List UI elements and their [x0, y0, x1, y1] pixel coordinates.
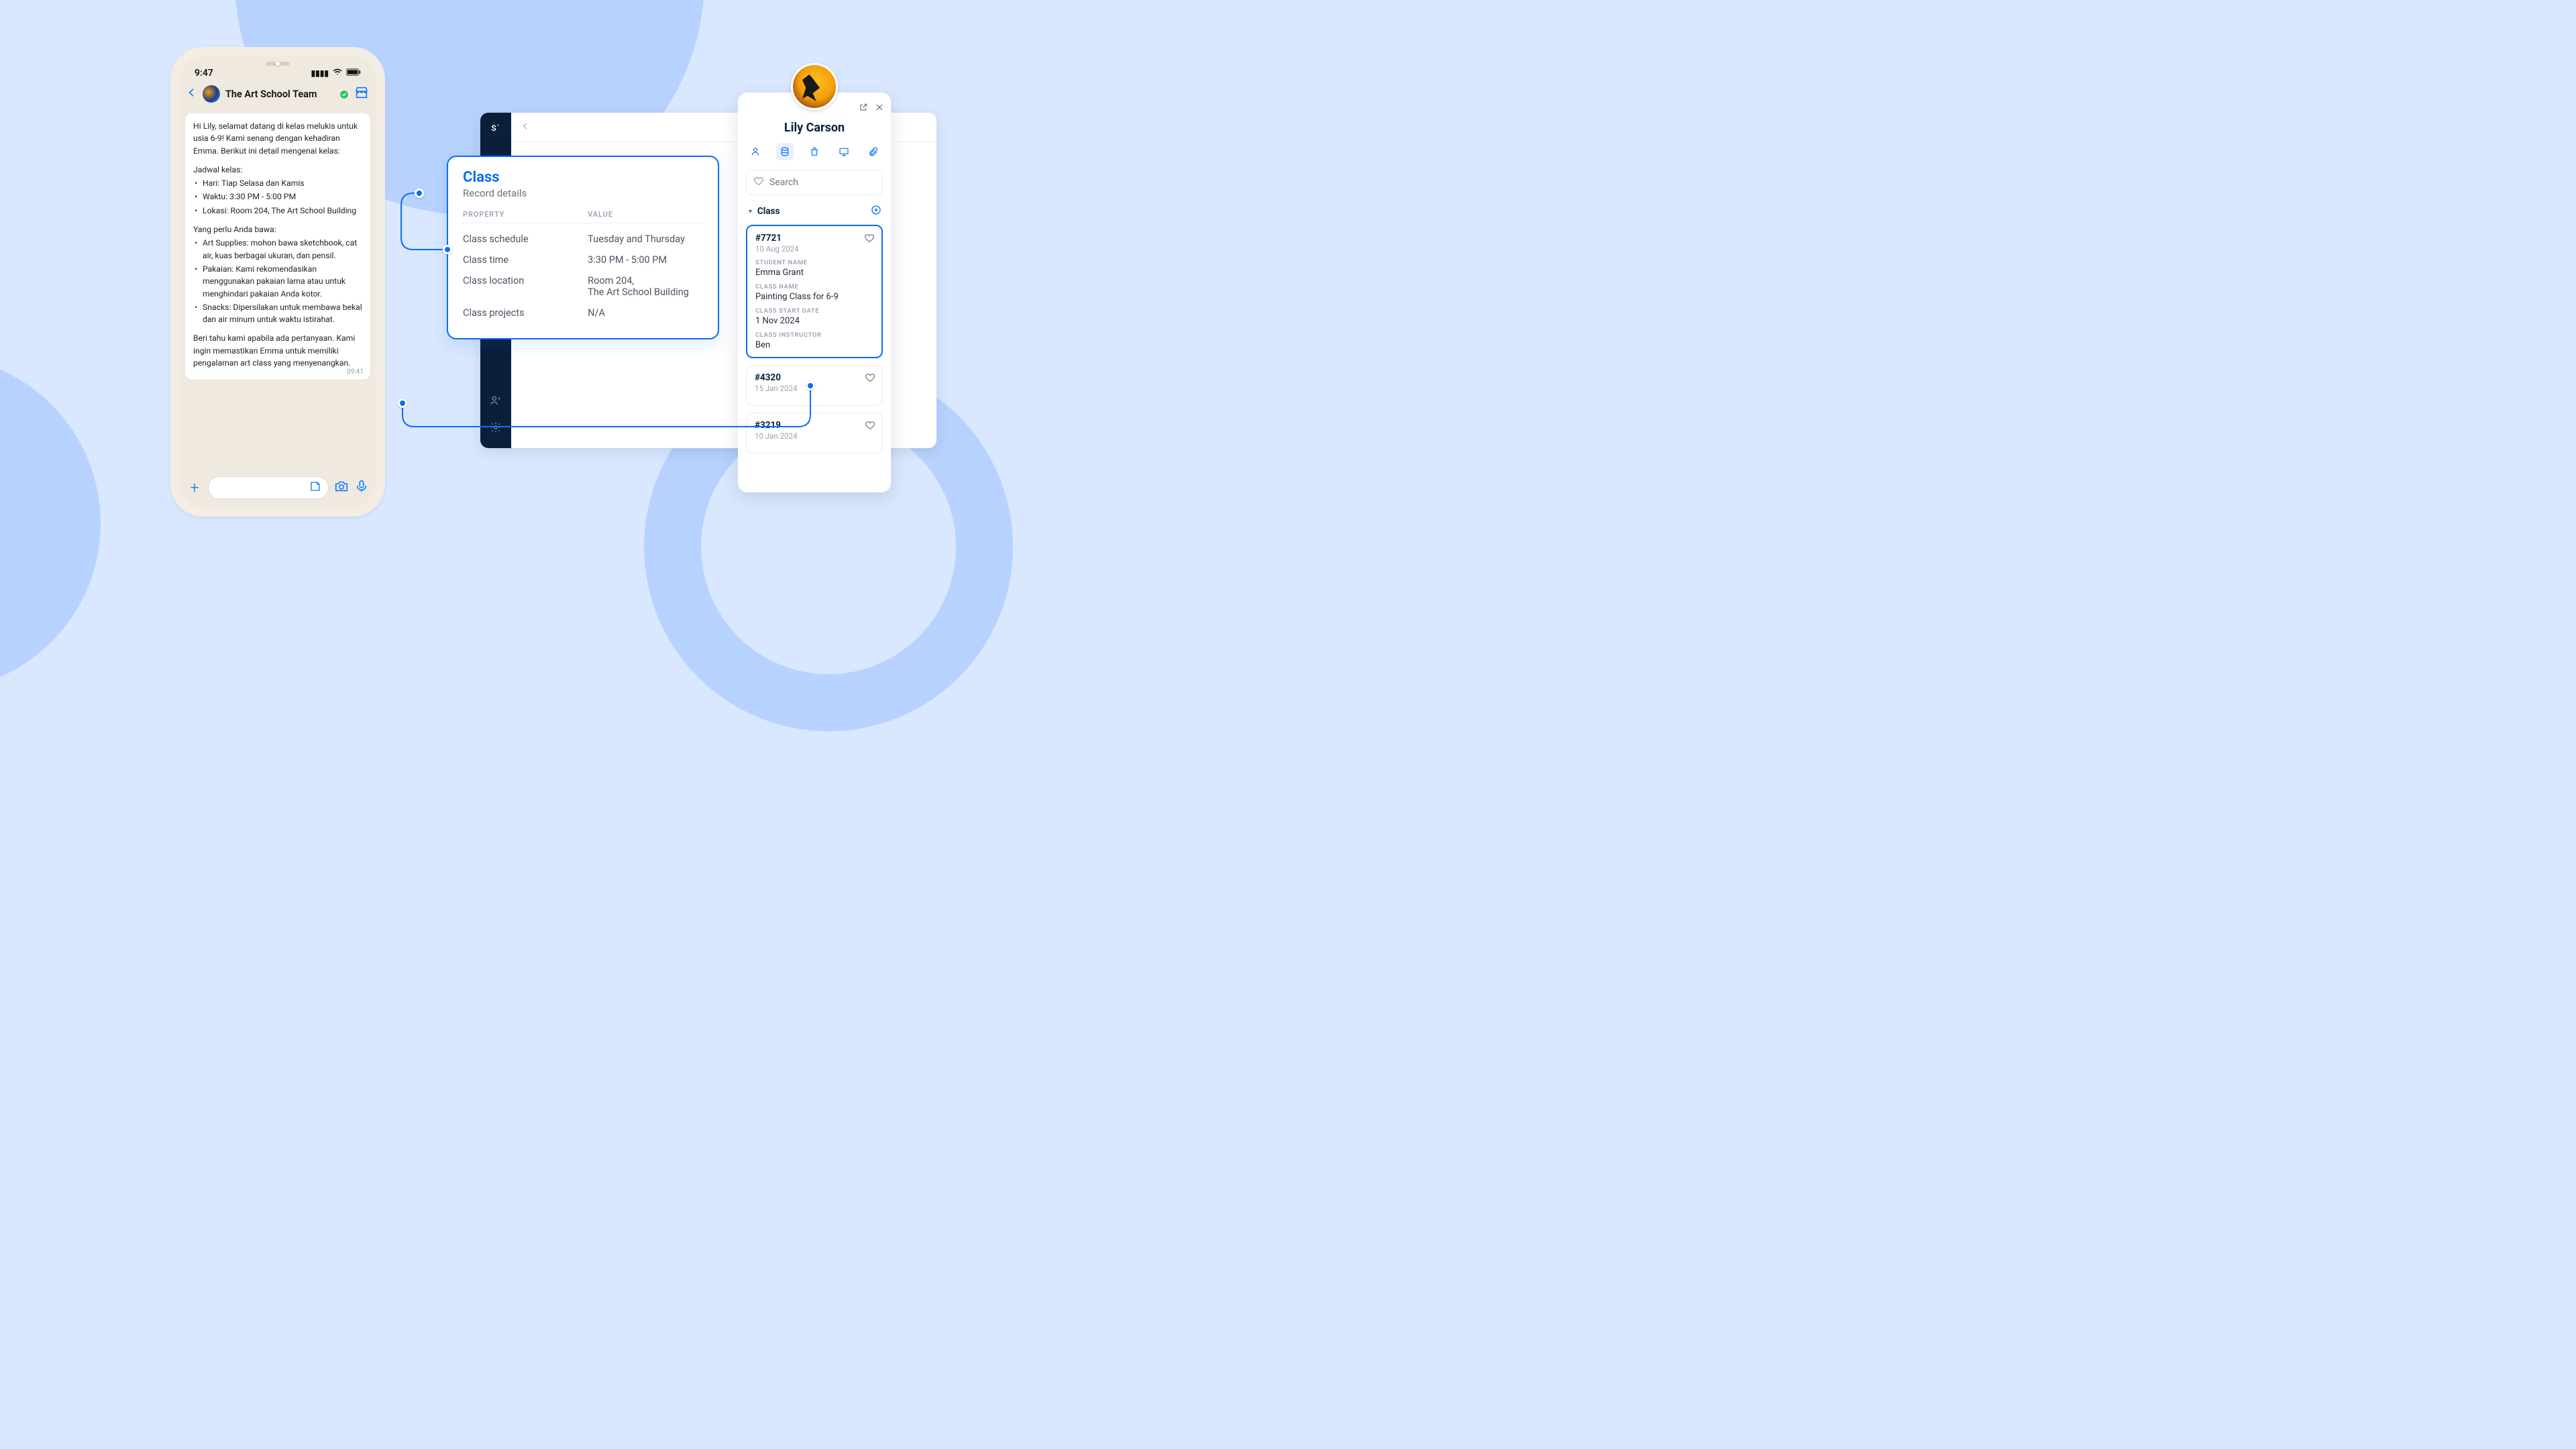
record-details-card: Class Record details PROPERTY VALUE Clas…	[447, 156, 719, 339]
record-row: Class locationRoom 204,The Art School Bu…	[463, 270, 703, 303]
tab-profile[interactable]	[747, 143, 764, 160]
camera-button[interactable]	[334, 479, 349, 496]
message-input[interactable]	[208, 476, 329, 499]
card-id: #7721	[755, 233, 873, 244]
signal-icon: ▮▮▮▮	[311, 68, 329, 78]
heart-icon	[753, 176, 764, 189]
connector-dot	[806, 381, 815, 390]
record-title: Class	[463, 169, 703, 186]
connector-dot	[398, 398, 407, 408]
record-row: Class projectsN/A	[463, 303, 703, 323]
phone-mockup: 9:47 ▮▮▮▮ The Art School Team Hi Li	[170, 47, 385, 517]
msg-schedule-title: Jadwal kelas:	[193, 164, 362, 176]
search-input[interactable]	[746, 170, 883, 195]
attach-button[interactable]: +	[186, 478, 203, 497]
favorite-button[interactable]	[864, 233, 875, 246]
chevron-down-icon: ▼	[747, 208, 753, 215]
class-card[interactable]: #7721 10 Aug 2024 STUDENT NAME Emma Gran…	[746, 225, 883, 358]
storefront-icon[interactable]	[354, 85, 369, 103]
tab-attachment[interactable]	[865, 143, 882, 160]
search-field[interactable]	[769, 177, 889, 188]
battery-icon	[346, 68, 361, 78]
open-external-icon[interactable]	[859, 102, 868, 115]
wifi-icon	[333, 67, 342, 78]
record-header-row: PROPERTY VALUE	[463, 210, 703, 223]
section-toggle[interactable]: ▼Class	[747, 206, 780, 217]
connector-dot	[415, 189, 424, 198]
tab-database[interactable]	[776, 143, 794, 160]
status-icons: ▮▮▮▮	[311, 67, 361, 78]
phone-notch	[241, 62, 315, 68]
msg-bring-title: Yang perlu Anda bawa:	[193, 223, 362, 235]
connector-line	[400, 357, 816, 437]
chat-avatar[interactable]	[203, 85, 220, 103]
chat-input-row: +	[180, 471, 376, 507]
favorite-button[interactable]	[865, 372, 875, 386]
close-icon[interactable]	[875, 102, 884, 115]
record-row: Class time3:30 PM - 5:00 PM	[463, 250, 703, 270]
verified-badge-icon	[339, 89, 349, 99]
msg-timestamp: 09:41	[347, 367, 364, 377]
chat-body: Hi Lily, selamat datang di kelas melukis…	[180, 109, 376, 471]
phone-screen: 9:47 ▮▮▮▮ The Art School Team Hi Li	[180, 56, 376, 507]
msg-schedule-list: Hari: Tiap Selasa dan Kamis Waktu: 3:30 …	[193, 177, 362, 217]
record-subtitle: Record details	[463, 187, 703, 199]
connector-line	[385, 191, 452, 258]
chat-title[interactable]: The Art School Team	[225, 89, 334, 100]
section-header: ▼Class	[746, 205, 883, 218]
favorite-button[interactable]	[865, 420, 875, 433]
chat-header: The Art School Team	[180, 81, 376, 109]
back-button[interactable]	[186, 86, 197, 102]
card-date: 10 Aug 2024	[755, 244, 873, 254]
status-time: 9:47	[195, 68, 213, 78]
status-bar: 9:47 ▮▮▮▮	[180, 56, 376, 81]
tab-shopping[interactable]	[806, 143, 823, 160]
app-logo: S`	[491, 123, 500, 133]
add-button[interactable]	[871, 205, 881, 218]
msg-greeting: Hi Lily, selamat datang di kelas melukis…	[193, 120, 362, 157]
back-chevron-icon[interactable]	[521, 121, 530, 133]
tab-desktop[interactable]	[835, 143, 853, 160]
record-row: Class scheduleTuesday and Thursday	[463, 229, 703, 250]
contact-name: Lily Carson	[746, 121, 883, 135]
mic-button[interactable]	[354, 479, 369, 496]
contact-avatar[interactable]	[791, 63, 838, 110]
connector-dot	[443, 245, 452, 254]
panel-tabs	[746, 143, 883, 160]
bg-shape	[0, 356, 101, 691]
msg-bring-list: Art Supplies: mohon bawa sketchbook, cat…	[193, 237, 362, 325]
sticker-icon[interactable]	[309, 480, 321, 495]
msg-closing: Beri tahu kami apabila ada pertanyaan. K…	[193, 332, 362, 369]
message-bubble: Hi Lily, selamat datang di kelas melukis…	[185, 113, 370, 380]
